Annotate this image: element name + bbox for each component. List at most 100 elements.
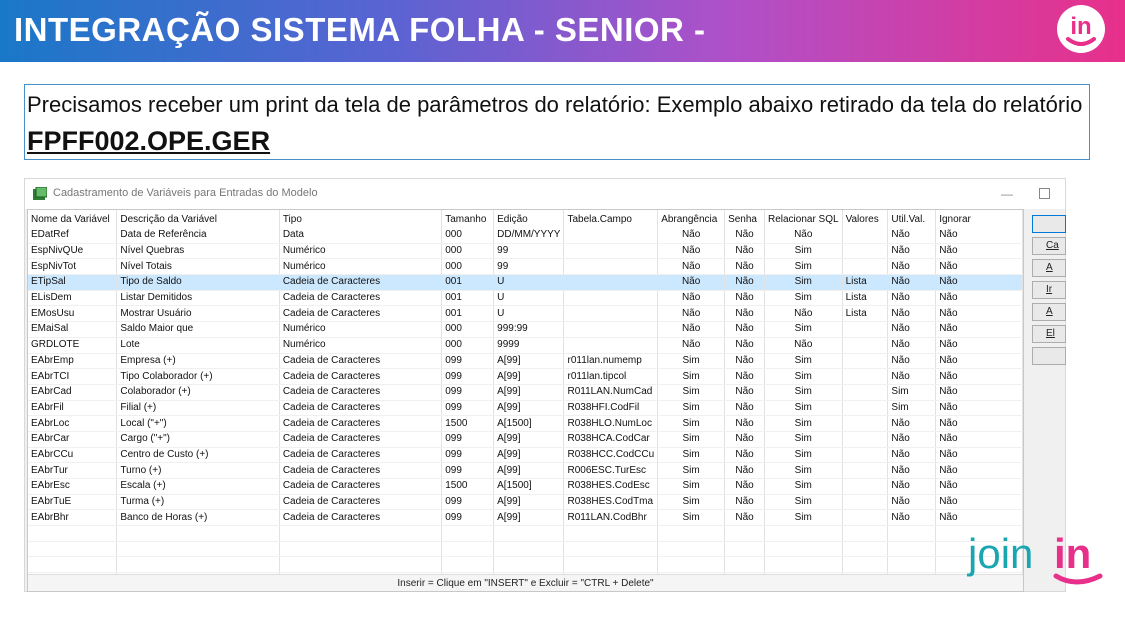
table-row[interactable]: EAbrEmp Empresa (+) Cadeia de Caracteres 09… xyxy=(28,353,1023,370)
cancel-button[interactable]: Ca xyxy=(1032,237,1066,255)
table-cell[interactable]: 999:99 xyxy=(493,321,565,338)
table-cell[interactable]: Sim xyxy=(657,384,726,401)
table-cell[interactable]: 99 xyxy=(493,258,565,276)
table-cell[interactable]: Não xyxy=(887,321,937,338)
table-cell[interactable]: Não xyxy=(657,337,726,354)
delete-button[interactable]: El xyxy=(1032,325,1066,343)
minimize-button[interactable]: — xyxy=(997,187,1017,201)
table-cell[interactable]: 000 xyxy=(441,228,495,244)
table-row[interactable]: EAbrFil Filial (+) Cadeia de Caracteres 099… xyxy=(28,400,1023,417)
table-cell[interactable]: A[1500] xyxy=(493,415,565,432)
table-cell[interactable]: EMaiSal xyxy=(28,321,118,338)
table-cell[interactable] xyxy=(842,321,889,338)
table-cell[interactable]: 099 xyxy=(441,509,495,527)
table-cell[interactable]: Lista xyxy=(842,290,889,307)
ok-button[interactable] xyxy=(1032,215,1066,233)
table-row[interactable]: EAbrCad Colaborador (+) Cadeia de Caracter… xyxy=(28,384,1023,401)
table-cell[interactable]: Cadeia de Caracteres xyxy=(279,368,443,385)
table-cell[interactable]: Não xyxy=(724,243,765,260)
table-cell[interactable] xyxy=(764,541,843,558)
table-cell[interactable]: A[99] xyxy=(493,447,565,464)
table-cell[interactable]: Não xyxy=(724,368,765,385)
table-cell[interactable]: R038HCC.CodCCu xyxy=(563,447,659,464)
table-cell[interactable] xyxy=(842,228,889,244)
table-cell[interactable] xyxy=(842,337,889,354)
table-cell[interactable]: Não xyxy=(724,290,765,307)
table-cell[interactable] xyxy=(842,353,889,370)
table-cell[interactable]: Não xyxy=(935,243,1023,260)
table-cell[interactable]: U xyxy=(493,290,565,307)
table-cell[interactable]: Não xyxy=(935,462,1023,479)
table-cell[interactable]: EAbrEsc xyxy=(28,478,118,495)
table-cell[interactable]: Sim xyxy=(764,462,843,479)
table-cell[interactable] xyxy=(724,556,765,574)
table-cell[interactable]: Sim xyxy=(657,400,726,417)
table-row[interactable]: EAbrLoc Local ("+") Cadeia de Caracteres 15… xyxy=(28,415,1023,432)
table-row[interactable]: EAbrTur Turno (+) Cadeia de Caracteres 099 A… xyxy=(28,462,1023,479)
table-cell[interactable]: Não xyxy=(657,243,726,260)
table-cell[interactable]: Não xyxy=(724,494,765,511)
table-cell[interactable]: Não xyxy=(887,478,937,495)
table-cell[interactable]: Não xyxy=(935,290,1023,307)
table-cell[interactable]: 099 xyxy=(441,431,495,448)
table-cell[interactable]: Cadeia de Caracteres xyxy=(279,415,443,432)
table-cell[interactable]: Não xyxy=(935,258,1023,276)
table-cell[interactable] xyxy=(28,556,118,574)
table-cell[interactable]: Sim xyxy=(764,509,843,527)
table-cell[interactable] xyxy=(493,541,565,558)
table-cell[interactable]: Sim xyxy=(764,384,843,401)
table-cell[interactable]: A[99] xyxy=(493,353,565,370)
table-cell[interactable]: Não xyxy=(935,400,1023,417)
table-cell[interactable]: EAbrEmp xyxy=(28,353,118,370)
table-cell[interactable]: 000 xyxy=(441,243,495,260)
table-cell[interactable]: EAbrCad xyxy=(28,384,118,401)
table-cell[interactable]: Não xyxy=(887,243,937,260)
table-cell[interactable]: 000 xyxy=(441,337,495,354)
table-row[interactable]: EAbrTCI Tipo Colaborador (+) Cadeia de Car… xyxy=(28,368,1023,385)
table-cell[interactable]: Sim xyxy=(657,447,726,464)
table-cell[interactable]: 9999 xyxy=(493,337,565,354)
column-header[interactable]: Tamanho xyxy=(441,210,495,228)
table-row[interactable]: EspNivQUe Nível Quebras Numérico 000 99 Não Nã… xyxy=(28,243,1023,260)
table-cell[interactable]: Não xyxy=(887,509,937,527)
table-cell[interactable]: Sim xyxy=(764,274,843,291)
column-header[interactable]: Tabela.Campo xyxy=(563,210,659,228)
table-cell[interactable]: Não xyxy=(935,478,1023,495)
table-cell[interactable]: Cadeia de Caracteres xyxy=(279,478,443,495)
table-cell[interactable] xyxy=(116,541,280,558)
table-cell[interactable]: Saldo Maior que xyxy=(116,321,280,338)
table-cell[interactable]: Não xyxy=(935,321,1023,338)
table-cell[interactable]: Cadeia de Caracteres xyxy=(279,494,443,511)
table-cell[interactable] xyxy=(441,556,495,574)
column-header[interactable]: Senha xyxy=(724,210,765,228)
table-cell[interactable] xyxy=(657,556,726,574)
maximize-button[interactable] xyxy=(1039,188,1050,199)
table-cell[interactable]: Não xyxy=(887,337,937,354)
table-cell[interactable]: Não xyxy=(887,462,937,479)
table-cell[interactable] xyxy=(842,447,889,464)
table-cell[interactable] xyxy=(724,541,765,558)
table-row[interactable]: EspNivTot Nível Totais Numérico 000 99 Não Não… xyxy=(28,258,1023,276)
table-cell[interactable] xyxy=(842,243,889,260)
table-cell[interactable]: Não xyxy=(887,353,937,370)
table-cell[interactable]: Não xyxy=(657,228,726,244)
column-header[interactable]: Valores xyxy=(842,210,889,228)
table-cell[interactable] xyxy=(842,541,889,558)
table-row[interactable]: EAbrEsc Escala (+) Cadeia de Caracteres 150… xyxy=(28,478,1023,495)
table-cell[interactable]: Listar Demitidos xyxy=(116,290,280,307)
table-cell[interactable]: Não xyxy=(657,290,726,307)
table-cell[interactable] xyxy=(279,541,443,558)
table-cell[interactable]: EspNivTot xyxy=(28,258,118,276)
table-cell[interactable] xyxy=(279,525,443,542)
table-cell[interactable]: EMosUsu xyxy=(28,305,118,323)
table-cell[interactable] xyxy=(563,556,659,574)
table-cell[interactable]: Sim xyxy=(657,494,726,511)
table-cell[interactable] xyxy=(563,305,659,323)
table-cell[interactable] xyxy=(563,258,659,276)
table-cell[interactable]: 099 xyxy=(441,384,495,401)
table-cell[interactable] xyxy=(563,274,659,291)
table-cell[interactable]: Sim xyxy=(657,509,726,527)
table-cell[interactable] xyxy=(28,525,118,542)
table-cell[interactable]: Cadeia de Caracteres xyxy=(279,274,443,291)
table-cell[interactable]: Não xyxy=(935,384,1023,401)
